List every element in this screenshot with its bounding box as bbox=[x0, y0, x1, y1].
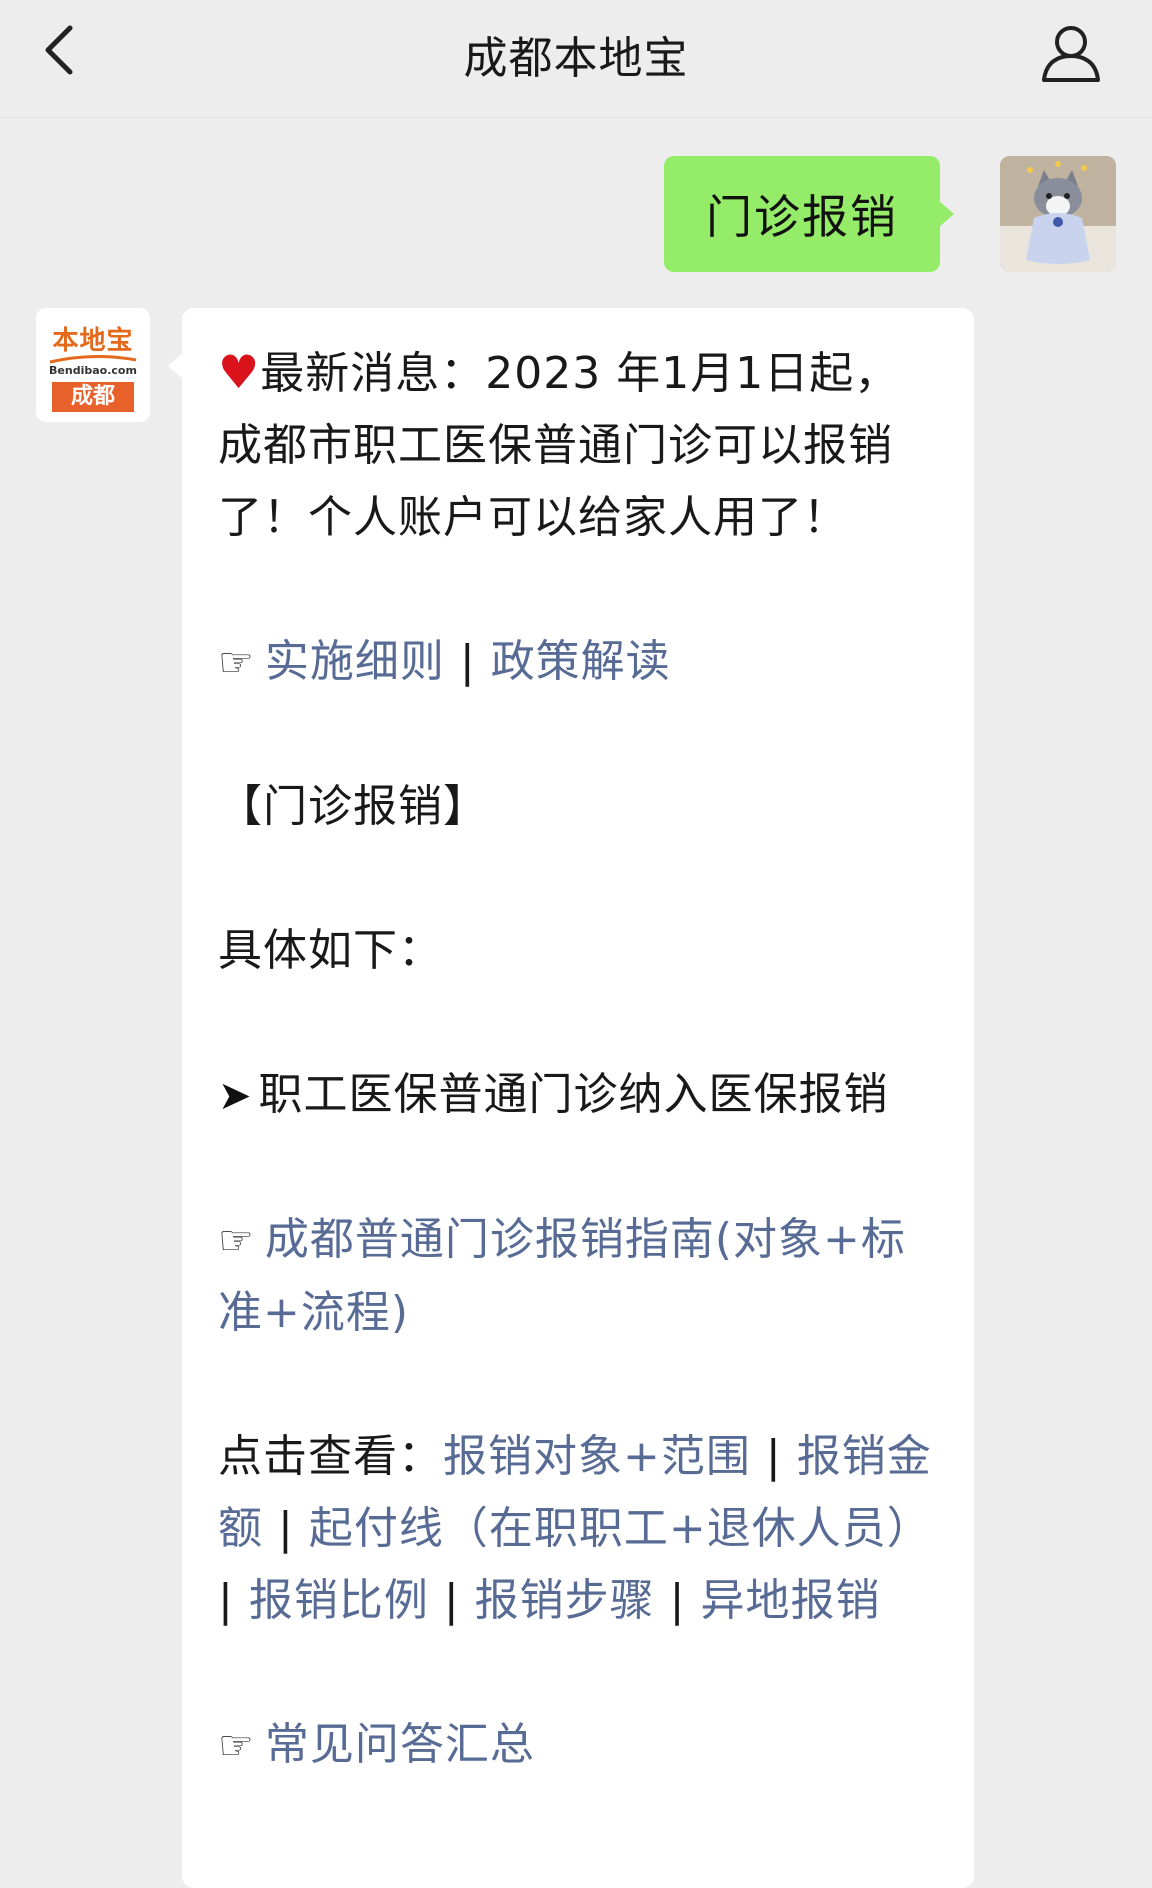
details-label: 具体如下： bbox=[218, 925, 443, 976]
cat-avatar-image bbox=[1000, 156, 1116, 272]
link-remote-reimbursement[interactable]: 异地报销 bbox=[700, 1575, 880, 1626]
arrow-item-text: 职工医保普通门诊纳入医保报销 bbox=[258, 1069, 889, 1120]
page-title: 成都本地宝 bbox=[463, 33, 689, 84]
separator: | bbox=[765, 1431, 782, 1482]
link-implementation-rules[interactable]: 实施细则 bbox=[265, 636, 445, 687]
guide-link-row: ☞ 成都普通门诊报销指南(对象+标准+流程) bbox=[218, 1204, 938, 1349]
separator: | bbox=[443, 1575, 460, 1626]
pointing-hand-icon: ☞ bbox=[218, 640, 255, 686]
faq-link-row: ☞ 常见问答汇总 bbox=[218, 1709, 938, 1782]
link-deductible-line[interactable]: 起付线（在职职工+退休人员） bbox=[309, 1503, 932, 1554]
incoming-message-bubble: ♥最新消息：2023 年1月1日起，成都市职工医保普通门诊可以报销了！个人账户可… bbox=[168, 308, 974, 1888]
intro-text: 最新消息：2023 年1月1日起，成都市职工医保普通门诊可以报销了！个人账户可以… bbox=[218, 348, 900, 543]
section-title: 【门诊报销】 bbox=[218, 781, 488, 832]
separator: | bbox=[278, 1503, 294, 1554]
person-icon bbox=[1042, 26, 1100, 82]
logo-swoosh-icon bbox=[49, 354, 137, 364]
link-reimbursement-ratio[interactable]: 报销比例 bbox=[249, 1575, 429, 1626]
link-reimbursement-scope[interactable]: 报销对象+范围 bbox=[443, 1431, 751, 1482]
separator: | bbox=[218, 1575, 234, 1626]
pointing-hand-icon: ☞ bbox=[218, 1723, 255, 1769]
view-links-paragraph: 点击查看：报销对象+范围 | 报销金额 | 起付线（在职职工+退休人员） | 报… bbox=[218, 1421, 938, 1637]
view-label: 点击查看： bbox=[218, 1431, 443, 1482]
outgoing-message-text: 门诊报销 bbox=[706, 190, 898, 244]
link-reimbursement-guide[interactable]: 成都普通门诊报销指南(对象+标准+流程) bbox=[218, 1214, 906, 1338]
pointing-hand-icon: ☞ bbox=[218, 1218, 255, 1264]
arrow-right-icon: ➤ bbox=[218, 1073, 253, 1119]
logo-url: Bendibao.com bbox=[49, 364, 137, 377]
intro-paragraph: ♥最新消息：2023 年1月1日起，成都市职工医保普通门诊可以报销了！个人账户可… bbox=[218, 336, 938, 554]
outgoing-message-bubble[interactable]: 门诊报销 bbox=[664, 156, 954, 272]
policy-links-row: ☞ 实施细则 | 政策解读 bbox=[218, 626, 938, 699]
separator: | bbox=[669, 1575, 686, 1626]
link-reimbursement-steps[interactable]: 报销步骤 bbox=[475, 1575, 655, 1626]
logo-title: 本地宝 bbox=[52, 326, 134, 356]
separator: | bbox=[459, 636, 476, 687]
link-faq-summary[interactable]: 常见问答汇总 bbox=[265, 1719, 535, 1770]
arrow-item: ➤ 职工医保普通门诊纳入医保报销 bbox=[218, 1059, 938, 1132]
user-avatar[interactable] bbox=[1000, 156, 1116, 272]
top-bar: 成都本地宝 bbox=[0, 0, 1152, 118]
logo-city: 成都 bbox=[52, 382, 134, 412]
profile-button[interactable] bbox=[1036, 18, 1106, 88]
official-account-avatar[interactable]: 本地宝 Bendibao.com 成都 bbox=[36, 308, 150, 422]
link-policy-interpretation[interactable]: 政策解读 bbox=[491, 636, 671, 687]
heart-icon: ♥ bbox=[218, 345, 261, 399]
